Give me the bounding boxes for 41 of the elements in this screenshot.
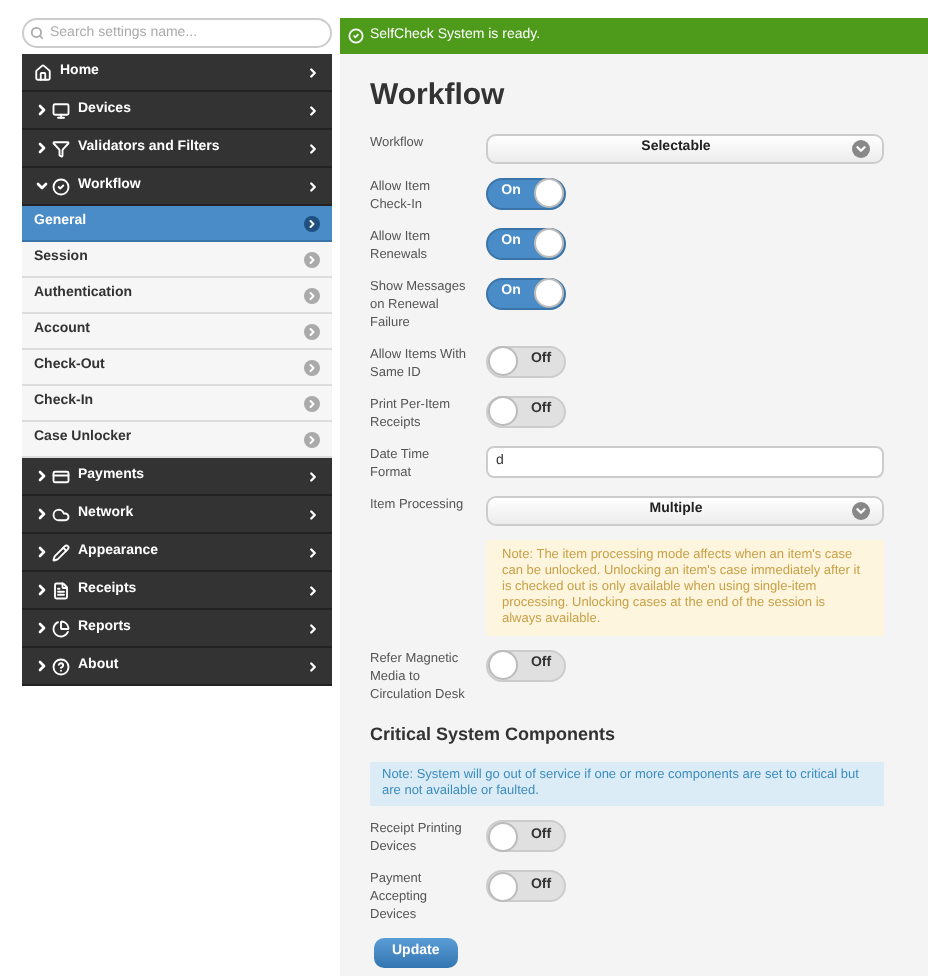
filter-icon (52, 139, 70, 157)
chevron-icon (306, 103, 320, 117)
chevron-icon (306, 545, 320, 559)
home-icon (34, 63, 52, 81)
chevron-icon (306, 179, 320, 193)
chevron-icon (304, 215, 320, 231)
chevron-icon (304, 287, 320, 303)
pencil-icon (52, 543, 70, 561)
toggle-knob (488, 346, 518, 376)
chevron-icon (304, 323, 320, 339)
chevron-icon (306, 65, 320, 79)
cloud-icon (52, 505, 70, 523)
chevron-icon (306, 141, 320, 155)
chevron-icon (304, 395, 320, 411)
dropdown-icon (852, 501, 870, 519)
chevron-icon (304, 359, 320, 375)
document-icon (52, 581, 70, 599)
chevron-icon (306, 659, 320, 673)
chevron-icon (306, 507, 320, 521)
toggle-knob (534, 228, 564, 258)
toggle-knob (534, 178, 564, 208)
card-icon (52, 467, 70, 485)
monitor-icon (52, 101, 70, 119)
check-circle-icon (52, 177, 70, 195)
pie-chart-icon (52, 619, 70, 637)
section-heading: Critical System Components (370, 721, 618, 748)
dropdown-icon (852, 139, 870, 157)
chevron-icon (306, 583, 320, 597)
toggle-knob (488, 396, 518, 426)
search-icon (30, 26, 44, 40)
chevron-icon (304, 251, 320, 267)
chevron-icon (306, 621, 320, 635)
toggle-knob (488, 650, 518, 680)
toggle-knob (488, 821, 518, 851)
chevron-icon (306, 469, 320, 483)
toggle-knob (488, 871, 518, 901)
check-circle-icon (348, 28, 364, 44)
toggle-knob (534, 278, 564, 308)
help-icon (52, 657, 70, 675)
page-title: Workflow (370, 76, 507, 116)
chevron-icon (304, 431, 320, 447)
